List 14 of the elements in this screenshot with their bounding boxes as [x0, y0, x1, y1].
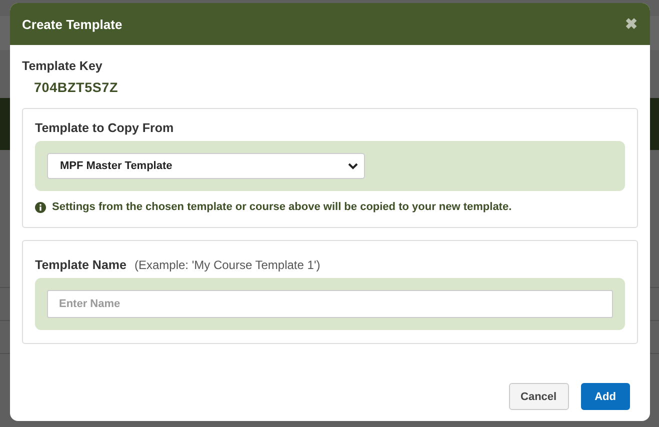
field-label: Template Key [22, 59, 102, 73]
field-label: Template Name [35, 258, 126, 272]
add-button[interactable]: Add [580, 383, 630, 410]
dialog-title: Create Template [22, 16, 122, 32]
template-select[interactable]: MPF Master Template [47, 153, 365, 179]
field-label: Template to Copy From [35, 121, 174, 135]
info-icon [35, 202, 46, 212]
chevron-down-icon [348, 162, 358, 170]
cancel-button[interactable]: Cancel [508, 383, 569, 410]
template-key: 704BZT5S7Z [34, 80, 118, 95]
field-hint: (Example: 'My Course Template 1') [134, 258, 320, 272]
close-button[interactable]: ✖ [625, 15, 638, 33]
info-text: Settings from the chosen template or course above will be copied to your new template. [52, 201, 512, 213]
name-input[interactable]: Enter Name [47, 290, 613, 318]
